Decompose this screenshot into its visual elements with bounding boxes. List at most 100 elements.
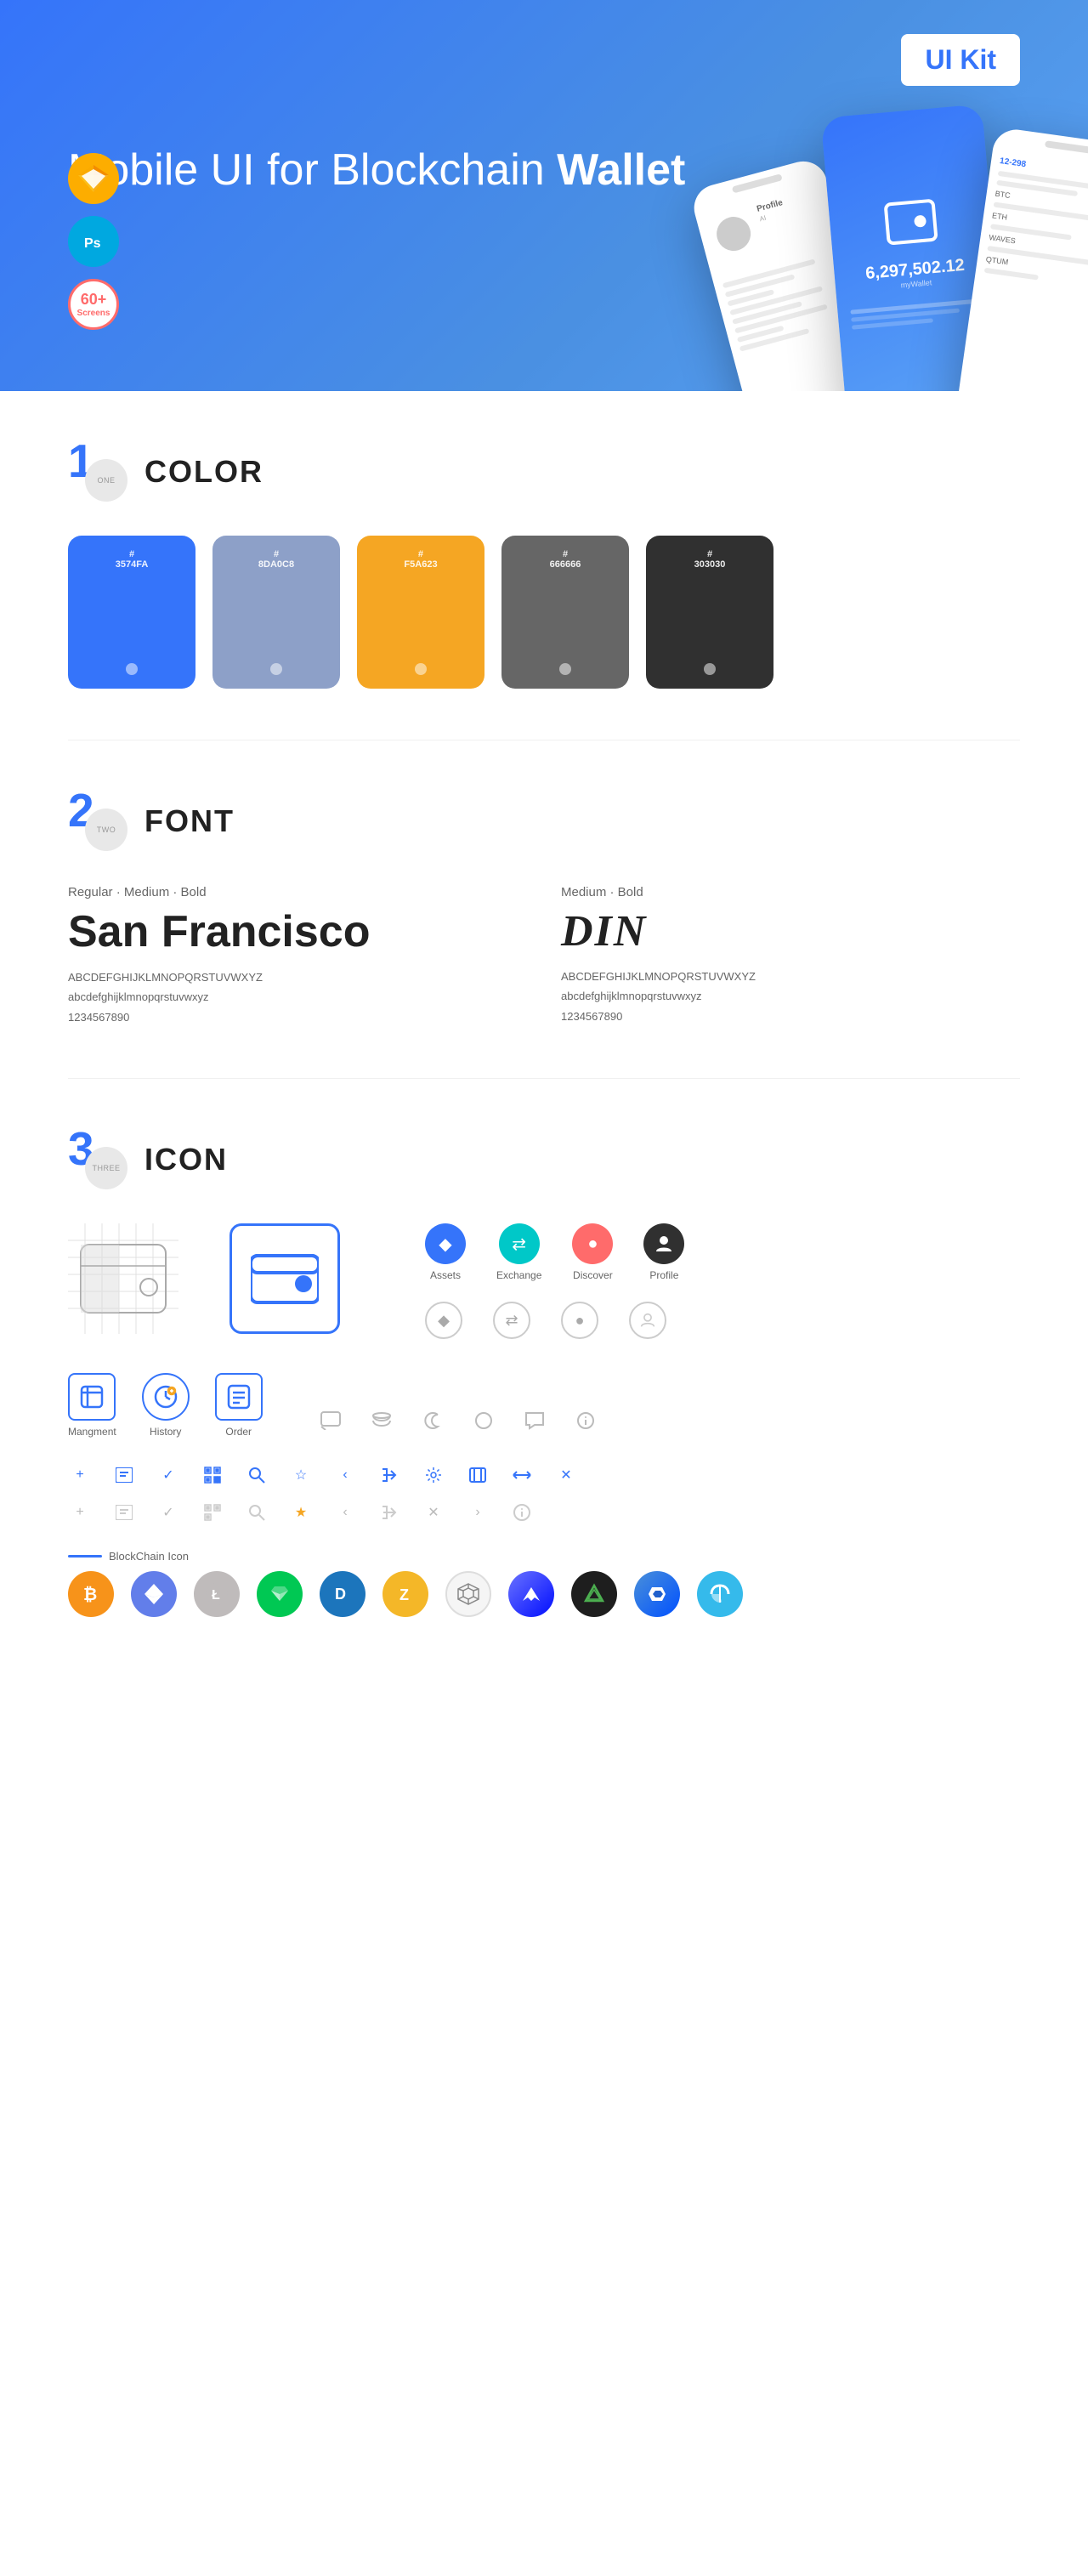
swatch-dark: #303030: [646, 536, 774, 689]
management-icon: [68, 1373, 116, 1421]
exchange-icon: ⇄: [499, 1223, 540, 1264]
profile-outline-icon: [629, 1302, 666, 1339]
icon-title: ICON: [144, 1142, 228, 1177]
icon-display-row: ◆ Assets ⇄ Exchange ● Discover: [68, 1223, 1020, 1339]
bts-icon: [697, 1571, 743, 1617]
svg-text:Ps: Ps: [84, 236, 101, 251]
discover-icon-outline: ●: [561, 1302, 598, 1339]
crypto-icons-row: ₿ Ł D: [68, 1571, 1020, 1617]
tool-icons-active: + ✓: [68, 1463, 1020, 1487]
ardor-icon: [508, 1571, 554, 1617]
info-icon-gray: [510, 1501, 534, 1524]
svg-text:D: D: [335, 1586, 346, 1603]
gnt-icon: [634, 1571, 680, 1617]
font-sf: Regular · Medium · Bold San Francisco AB…: [68, 885, 527, 1027]
qr-icon-gray: [201, 1501, 224, 1524]
color-section-number: 1 ONE: [68, 442, 128, 502]
svg-text:Z: Z: [400, 1586, 409, 1603]
comment-icon: [314, 1404, 348, 1438]
swatch-orange: #F5A623: [357, 536, 484, 689]
ps-badge: Ps: [68, 216, 119, 267]
color-section: 1 ONE COLOR #3574FA #8DA0C8 #F5A623 #666…: [0, 391, 1088, 740]
resize-icon: [510, 1463, 534, 1487]
chevron-left-icon-gray: ‹: [333, 1501, 357, 1524]
color-title: COLOR: [144, 454, 264, 490]
assets-outline-icon: ◆: [425, 1302, 462, 1339]
search-icon: [245, 1463, 269, 1487]
close-icon-gray: ✕: [422, 1501, 445, 1524]
bitcoin-icon: ₿: [68, 1571, 114, 1617]
exchange-icon-outline: ⇄: [493, 1302, 530, 1339]
icon-blueprint: [68, 1223, 178, 1334]
star-icon-active: ★: [289, 1501, 313, 1524]
font-din: Medium · Bold DIN ABCDEFGHIJKLMNOPQRSTUV…: [561, 885, 1020, 1027]
discover-icon-group: ● Discover: [572, 1223, 613, 1281]
icon-section-header: 3 THREE ICON: [68, 1130, 1020, 1189]
qr-icon: [201, 1463, 224, 1487]
color-section-header: 1 ONE COLOR: [68, 442, 1020, 502]
neo-icon: [257, 1571, 303, 1617]
order-icon: [215, 1373, 263, 1421]
tool-icons-inactive: + ✓ ★ ‹: [68, 1501, 1020, 1524]
search-icon-gray: [245, 1501, 269, 1524]
chevron-left-icon: ‹: [333, 1463, 357, 1487]
hero-badges: Ps 60+ Screens: [68, 153, 119, 330]
blockchain-label: BlockChain Icon: [68, 1550, 1020, 1563]
swatch-blue: #3574FA: [68, 536, 196, 689]
litecoin-icon: Ł: [194, 1571, 240, 1617]
hero-title: Mobile UI for Blockchain Wallet: [68, 144, 685, 196]
icon-colored-wallet: [230, 1223, 340, 1334]
exchange-outline-icon: ⇄: [493, 1302, 530, 1339]
star-icon: ☆: [289, 1463, 313, 1487]
order-icon-group: Order: [215, 1373, 263, 1438]
swatch-gray: #666666: [502, 536, 629, 689]
ui-kit-badge: UI Kit: [901, 34, 1020, 86]
profile-icon: [643, 1223, 684, 1264]
discover-outline-icon: ●: [561, 1302, 598, 1339]
discover-icon: ●: [572, 1223, 613, 1264]
info-icon: [569, 1404, 603, 1438]
close-icon: ✕: [554, 1463, 578, 1487]
check-icon: ✓: [156, 1463, 180, 1487]
icon-section-number: 3 THREE: [68, 1130, 128, 1189]
exchange-icon-group: ⇄ Exchange: [496, 1223, 541, 1281]
plus-icon: +: [68, 1463, 92, 1487]
share-icon-gray: [377, 1501, 401, 1524]
font-section-header: 2 TWO FONT: [68, 792, 1020, 851]
check-icon-gray: ✓: [156, 1501, 180, 1524]
plus-icon-gray: +: [68, 1501, 92, 1524]
font-section: 2 TWO FONT Regular · Medium · Bold San F…: [0, 740, 1088, 1078]
list-icon: [112, 1463, 136, 1487]
screens-badge: 60+ Screens: [68, 279, 119, 330]
font-grid: Regular · Medium · Bold San Francisco AB…: [68, 885, 1020, 1027]
hero-section: Mobile UI for Blockchain Wallet UI Kit P…: [0, 0, 1088, 391]
ethereum-icon: [131, 1571, 177, 1617]
icon-section: 3 THREE ICON: [0, 1079, 1088, 1668]
stack-icon: [365, 1404, 399, 1438]
svg-text:₿: ₿: [83, 1586, 97, 1604]
font-title: FONT: [144, 803, 235, 839]
assets-icon-group: ◆ Assets: [425, 1223, 466, 1281]
next-icon-gray: ›: [466, 1501, 490, 1524]
phone-mockups: Profile AI 6,297,502.12 myWallet: [722, 102, 1088, 391]
svg-text:Ł: Ł: [212, 1588, 220, 1603]
app-icons-row: Mangment History: [68, 1373, 1020, 1438]
history-icon: [142, 1373, 190, 1421]
sketch-badge: [68, 153, 119, 204]
dash-icon: D: [320, 1571, 366, 1617]
assets-icon: ◆: [425, 1223, 466, 1264]
nav-icons-area: ◆ Assets ⇄ Exchange ● Discover: [425, 1223, 684, 1339]
circle-icon: [467, 1404, 501, 1438]
vert-icon: [571, 1571, 617, 1617]
color-swatches: #3574FA #8DA0C8 #F5A623 #666666 #303030: [68, 536, 1020, 689]
grid-icon: [445, 1571, 491, 1617]
assets-icon-outline: ◆: [425, 1302, 462, 1339]
misc-icons-row: [314, 1404, 603, 1438]
history-icon-group: History: [142, 1373, 190, 1438]
crescent-icon: [416, 1404, 450, 1438]
swatch-slate: #8DA0C8: [212, 536, 340, 689]
zcash-icon: Z: [382, 1571, 428, 1617]
profile-icon-group: Profile: [643, 1223, 684, 1281]
profile-icon-outline: [629, 1302, 666, 1339]
management-icon-group: Mangment: [68, 1373, 116, 1438]
